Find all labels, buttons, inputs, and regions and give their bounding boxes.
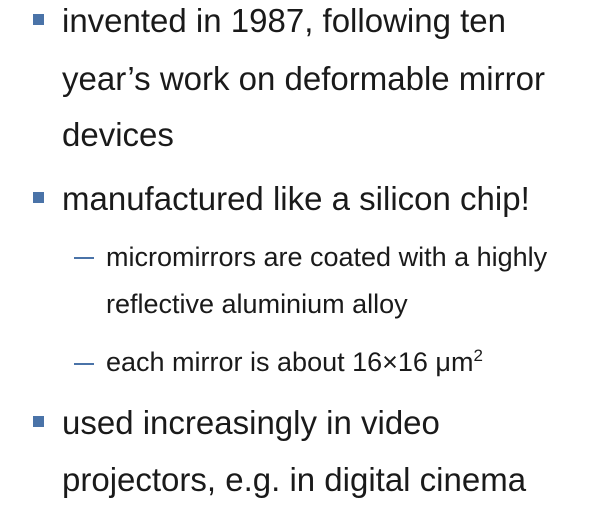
sub-bullet-text-line: each mirror is about 16×16 μm2 [106, 346, 483, 377]
square-bullet-icon [33, 192, 44, 203]
bullet-text-line: projectors, e.g. in digital cinema [62, 461, 527, 498]
slide: invented in 1987, following ten year’s w… [0, 0, 615, 520]
bullet-text-line: year’s work on deformable mirror [62, 60, 545, 97]
sub-bullet-text-line: micromirrors are coated with a highly [106, 242, 548, 272]
bullet-text-line: devices [62, 116, 174, 153]
dash-bullet-icon [74, 257, 94, 259]
sub-bullet-text: each mirror is about 16×16 μm [106, 347, 474, 377]
sub-bullet-text-line: reflective aluminium alloy [106, 289, 408, 319]
square-bullet-icon [33, 416, 44, 427]
bullet-text-line: invented in 1987, following ten [62, 2, 506, 39]
bullet-text-line: used increasingly in video [62, 404, 440, 441]
superscript: 2 [473, 346, 483, 365]
square-bullet-icon [33, 14, 44, 25]
bullet-text-line: manufactured like a silicon chip! [62, 180, 530, 217]
dash-bullet-icon [74, 363, 94, 365]
